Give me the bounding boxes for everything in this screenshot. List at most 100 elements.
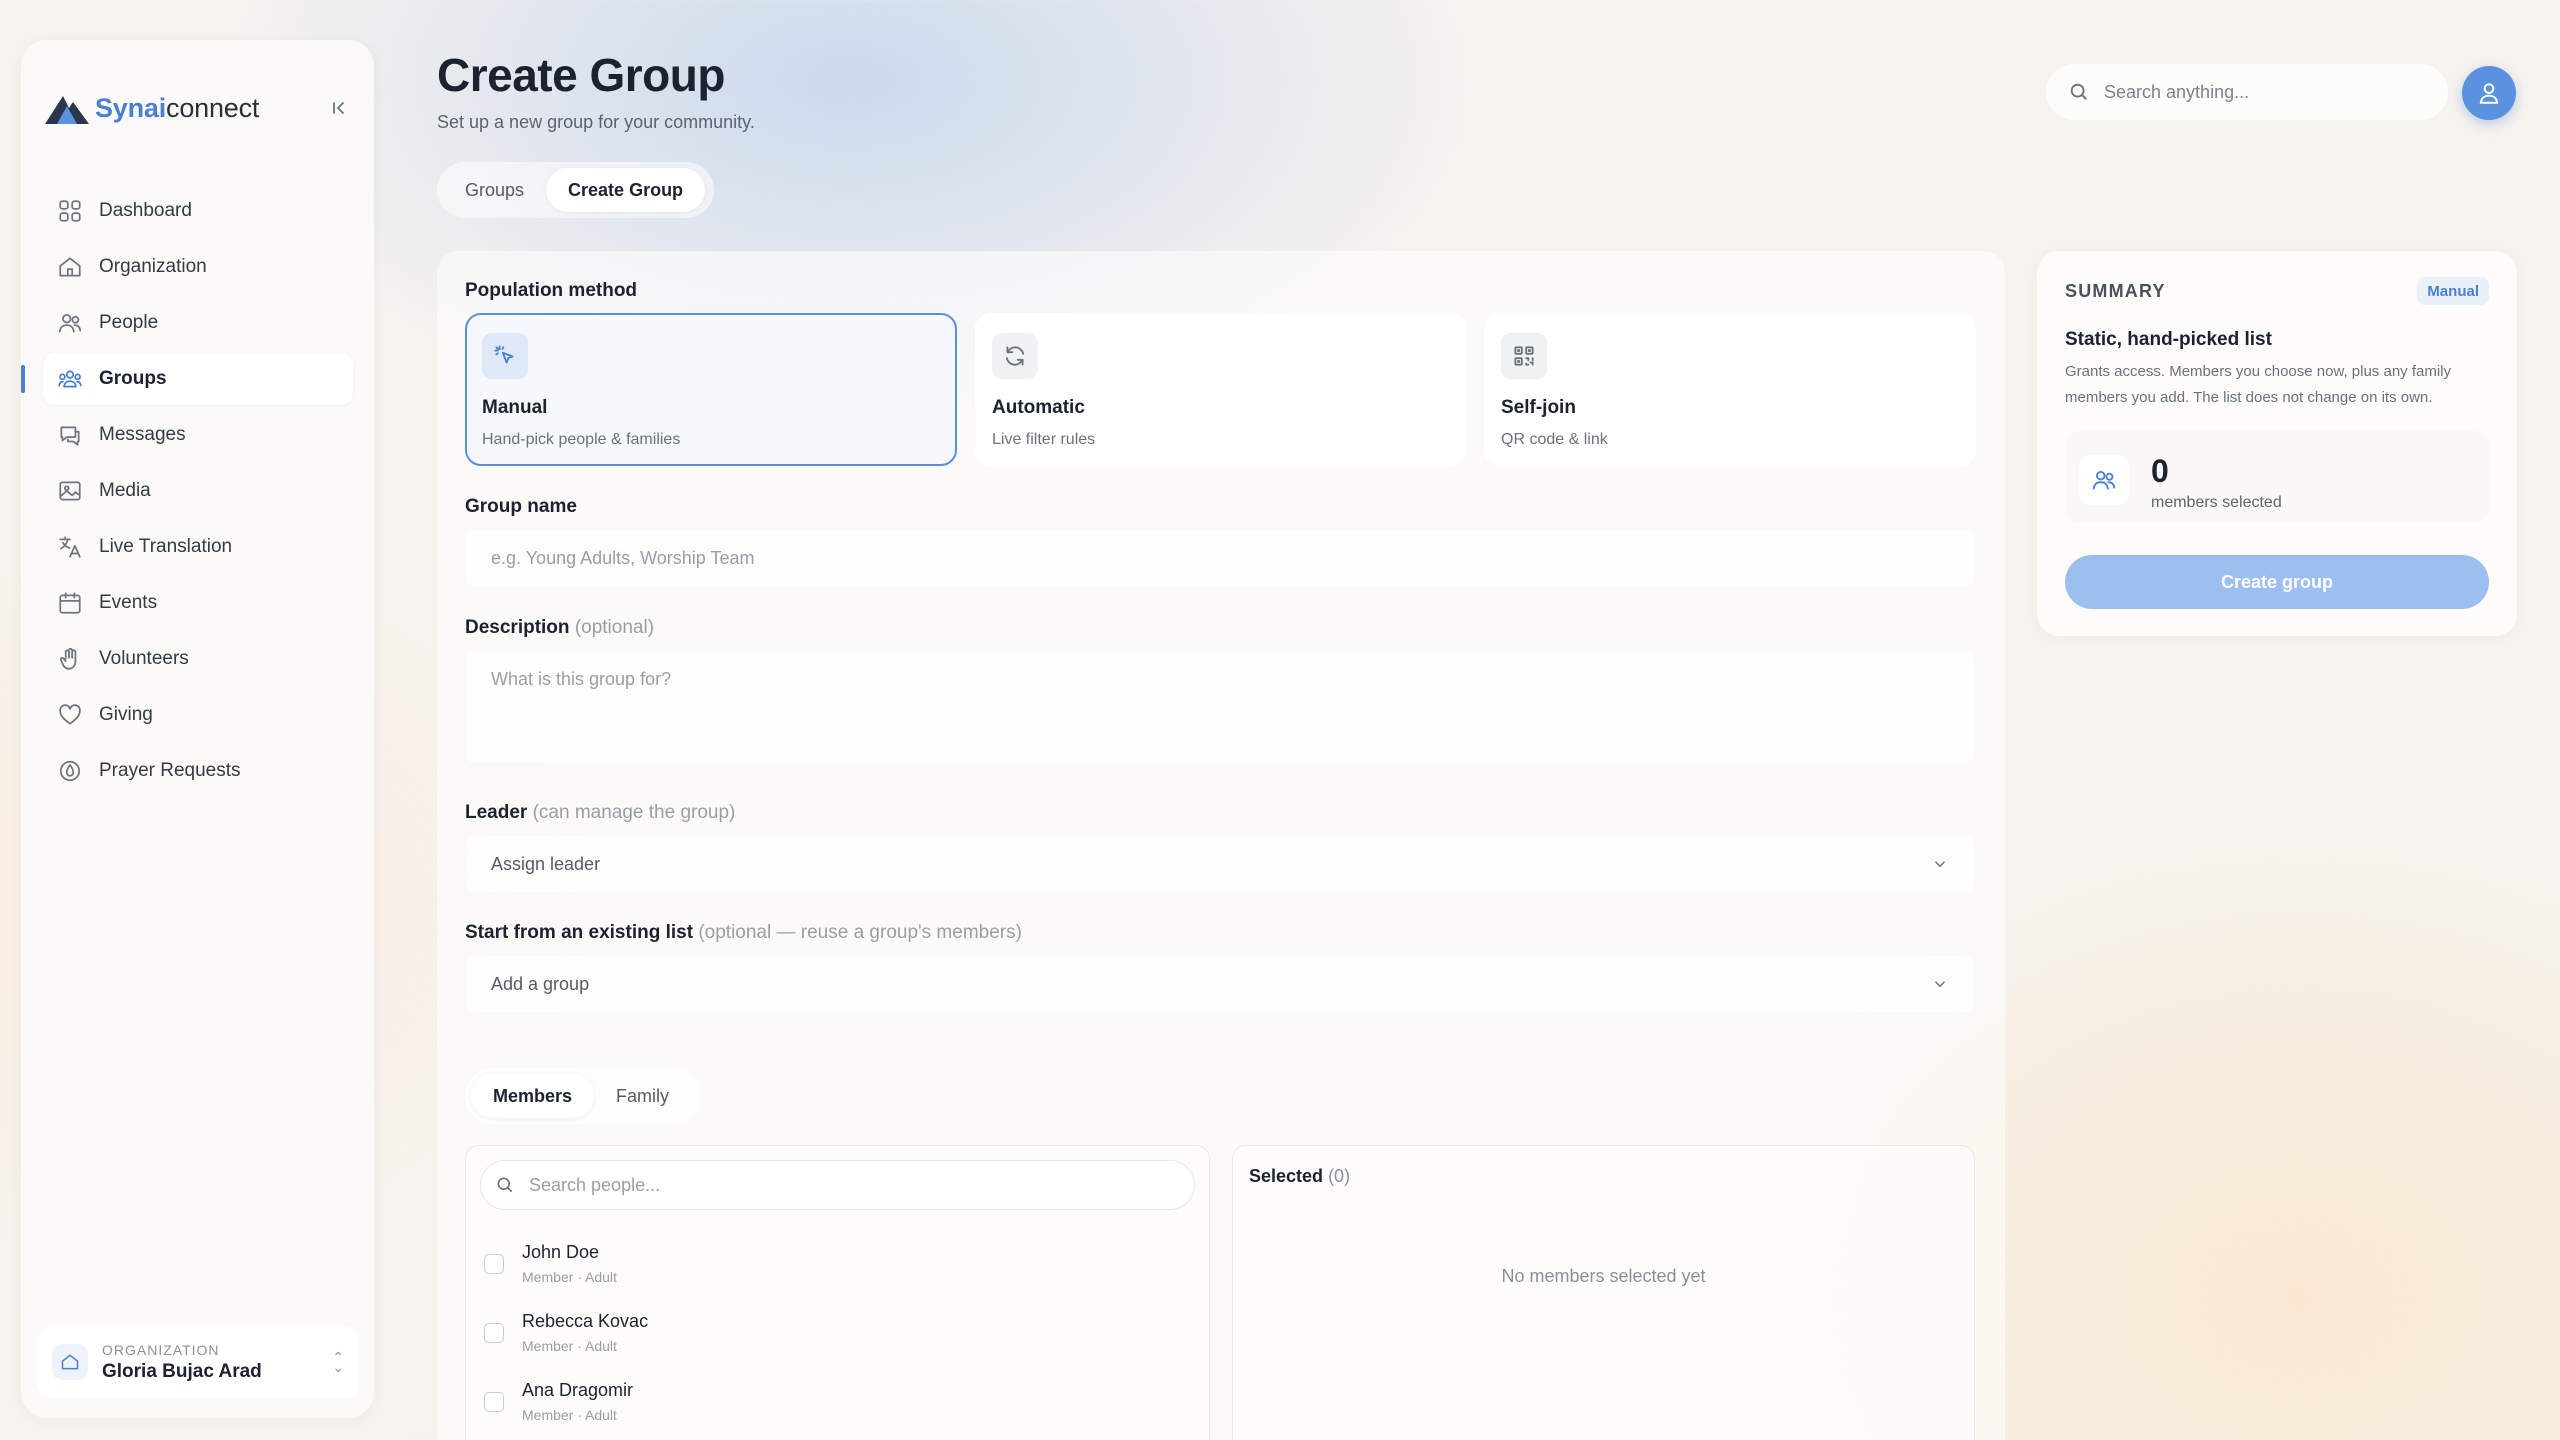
image-icon xyxy=(59,481,81,501)
description-field xyxy=(465,651,1975,763)
sidebar-item-messages[interactable]: Messages xyxy=(43,409,353,461)
leader-select[interactable]: Assign leader xyxy=(465,836,1975,892)
sidebar-item-label: Live Translation xyxy=(99,536,233,557)
collapse-sidebar-icon[interactable] xyxy=(325,94,353,122)
cursor-click-icon xyxy=(482,333,528,379)
selected-members-panel: Selected (0) No members selected yet xyxy=(1232,1145,1975,1440)
method-title: Manual xyxy=(482,397,548,418)
person-name: Rebecca Kovac xyxy=(522,1311,649,1331)
groups-icon xyxy=(58,370,82,388)
method-title: Automatic xyxy=(992,397,1085,418)
calendar-icon xyxy=(59,592,81,614)
selected-heading: Selected (0) xyxy=(1249,1166,1351,1186)
sidebar-item-label: Prayer Requests xyxy=(99,760,241,781)
messages-icon xyxy=(60,426,80,446)
search-icon xyxy=(2070,83,2087,100)
sidebar-item-groups[interactable]: Groups xyxy=(21,353,353,405)
method-desc: Live filter rules xyxy=(992,431,1096,448)
summary-caption: SUMMARY xyxy=(2065,281,2166,301)
hand-icon xyxy=(59,647,77,670)
chevron-down-icon xyxy=(1934,981,1946,988)
sidebar: Synaiconnect Dashboard Organization Peop… xyxy=(21,40,374,1418)
people-picker: John Doe Member · Adult Rebecca Kovac Me… xyxy=(465,1145,1210,1440)
sidebar-nav: Dashboard Organization People Groups Mes… xyxy=(21,185,353,801)
person-name: Ana Dragomir xyxy=(522,1380,634,1400)
sidebar-item-volunteers[interactable]: Volunteers xyxy=(43,633,353,685)
create-group-button[interactable]: Create group xyxy=(2065,555,2489,609)
people-icon xyxy=(58,314,82,333)
existing-list-select[interactable]: Add a group xyxy=(465,956,1975,1012)
leader-label: Leader (can manage the group) xyxy=(465,802,736,823)
existing-list-value: Add a group xyxy=(491,973,590,994)
user-avatar[interactable] xyxy=(2462,66,2516,120)
people-search-input[interactable] xyxy=(529,1174,1169,1196)
sidebar-item-label: Volunteers xyxy=(99,648,189,669)
chevron-down-icon xyxy=(1934,861,1946,868)
home-icon xyxy=(59,257,81,277)
home-icon xyxy=(52,1344,88,1380)
sidebar-item-media[interactable]: Media xyxy=(43,465,353,517)
create-group-form: Population method Manual Hand-pick peopl… xyxy=(437,251,2005,1440)
sidebar-item-label: Dashboard xyxy=(99,200,192,221)
user-icon xyxy=(2479,83,2499,104)
list-item[interactable]: Rebecca Kovac Member · Adult xyxy=(484,1311,648,1361)
population-method-label: Population method xyxy=(465,280,638,301)
sidebar-item-label: Organization xyxy=(99,256,207,277)
global-search-input[interactable] xyxy=(2104,81,2424,103)
person-meta: Member · Adult xyxy=(522,1269,617,1285)
sidebar-item-label: Groups xyxy=(99,368,167,389)
brand-name: Synaiconnect xyxy=(95,92,260,123)
page-title: Create Group xyxy=(437,49,725,101)
description-input[interactable] xyxy=(491,669,1949,749)
page-subtitle: Set up a new group for your community. xyxy=(437,112,755,132)
translate-icon xyxy=(59,536,81,558)
description-label: Description (optional) xyxy=(465,617,655,638)
sidebar-item-label: People xyxy=(99,312,159,333)
sidebar-item-organization[interactable]: Organization xyxy=(43,241,353,293)
sidebar-item-label: Media xyxy=(99,480,151,501)
person-checkbox[interactable] xyxy=(484,1254,504,1274)
selected-empty-state: No members selected yet xyxy=(1501,1266,1706,1286)
method-badge: Manual xyxy=(2417,277,2489,305)
summary-title: Static, hand-picked list xyxy=(2065,329,2272,350)
sidebar-item-live-translation[interactable]: Live Translation xyxy=(43,521,353,573)
method-automatic-card[interactable]: Automatic Live filter rules xyxy=(975,313,1467,466)
method-desc: QR code & link xyxy=(1501,431,1608,448)
chevron-up-down-icon: ⌃ ⌄ xyxy=(332,1349,344,1375)
tab-groups[interactable]: Groups xyxy=(443,168,546,212)
global-search xyxy=(2046,64,2448,120)
leader-select-value: Assign leader xyxy=(491,853,601,874)
summary-description: Grants access. Members you choose now, p… xyxy=(2065,363,2452,406)
sidebar-item-label: Giving xyxy=(99,704,153,725)
tab-members[interactable]: Members xyxy=(471,1074,595,1118)
brand-logo[interactable]: Synaiconnect xyxy=(43,80,353,136)
qr-code-icon xyxy=(1501,333,1547,379)
sidebar-item-dashboard[interactable]: Dashboard xyxy=(43,185,353,237)
method-manual-card[interactable]: Manual Hand-pick people & families xyxy=(465,313,957,466)
sidebar-item-prayer-requests[interactable]: Prayer Requests xyxy=(43,745,353,797)
sidebar-item-events[interactable]: Events xyxy=(43,577,353,629)
group-name-input[interactable] xyxy=(491,547,1949,569)
sidebar-item-people[interactable]: People xyxy=(43,297,353,349)
method-title: Self-join xyxy=(1501,397,1576,418)
organization-switcher[interactable]: ORGANIZATION Gloria Bujac Arad ⌃ ⌄ xyxy=(38,1326,358,1398)
logo-icon xyxy=(45,96,89,124)
person-meta: Member · Adult xyxy=(522,1407,617,1423)
refresh-icon xyxy=(992,333,1038,379)
person-checkbox[interactable] xyxy=(484,1323,504,1343)
tab-family[interactable]: Family xyxy=(594,1074,691,1118)
sidebar-item-giving[interactable]: Giving xyxy=(43,689,353,741)
person-checkbox[interactable] xyxy=(484,1392,504,1412)
page-tabs: Groups Create Group xyxy=(437,162,714,218)
list-item[interactable]: John Doe Member · Adult xyxy=(484,1242,617,1292)
heart-icon xyxy=(59,704,81,725)
search-icon xyxy=(497,1177,513,1193)
group-name-label: Group name xyxy=(465,496,577,517)
tab-create-group[interactable]: Create Group xyxy=(546,168,706,212)
members-count-label: members selected xyxy=(2151,494,2282,511)
members-count: 0 xyxy=(2151,453,2169,489)
list-item[interactable]: Ana Dragomir Member · Adult xyxy=(484,1380,633,1430)
org-caption: ORGANIZATION xyxy=(102,1341,220,1358)
method-self-join-card[interactable]: Self-join QR code & link xyxy=(1484,313,1976,466)
summary-card: SUMMARY Manual Static, hand-picked list … xyxy=(2037,251,2517,636)
